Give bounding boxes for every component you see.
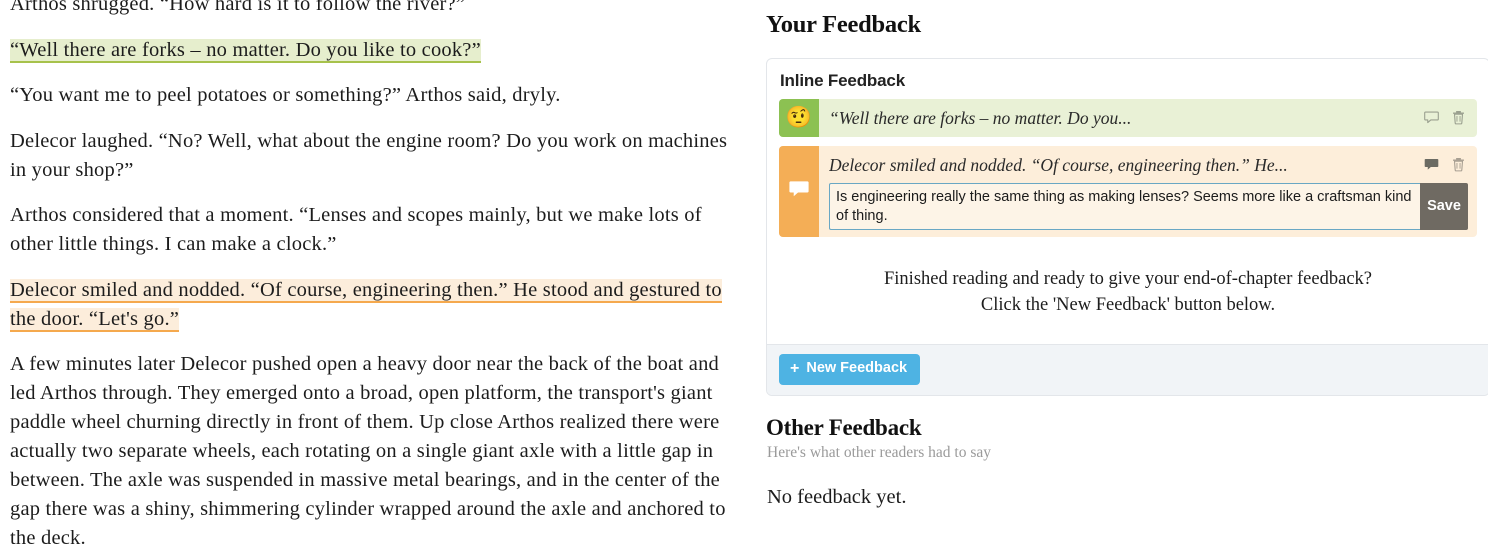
chapter-paragraph-highlighted-green[interactable]: “Well there are forks – no matter. Do yo… [10, 38, 481, 63]
feedback-item-quote: Delecor smiled and nodded. “Of course, e… [829, 154, 1288, 175]
feedback-item-actions [1423, 106, 1469, 126]
prompt-line-2: Click the 'New Feedback' button below. [980, 294, 1276, 315]
comment-filled-icon [787, 177, 811, 206]
end-of-chapter-prompt: Finished reading and ready to give your … [779, 246, 1477, 340]
reader-feedback-page: Arthos shrugged. “How hard is it to foll… [0, 0, 1488, 548]
face-with-raised-eyebrow-emoji-icon: 🤨 [785, 105, 813, 129]
comment-outline-icon[interactable] [1423, 109, 1440, 126]
feedback-comment-input[interactable] [829, 182, 1420, 230]
feedback-item-quote: “Well there are forks – no matter. Do yo… [829, 107, 1132, 128]
feedback-item-content: “Well there are forks – no matter. Do yo… [819, 99, 1477, 137]
new-feedback-button[interactable]: + New Feedback [779, 353, 921, 385]
inline-feedback-item-editing[interactable]: Delecor smiled and nodded. “Of course, e… [779, 145, 1477, 237]
trash-icon[interactable] [1450, 109, 1467, 126]
feedback-column: Your Feedback Inline Feedback 🤨 “Well th… [766, 0, 1488, 509]
feedback-item-header-row: “Well there are forks – no matter. Do yo… [829, 106, 1469, 130]
feedback-item-actions [1423, 153, 1469, 173]
new-feedback-button-label: New Feedback [806, 360, 908, 377]
other-feedback-subtitle: Here's what other readers had to say [767, 443, 992, 461]
feedback-item-gutter [779, 145, 819, 237]
chapter-paragraph: Arthos shrugged. “How hard is it to foll… [10, 0, 466, 15]
comment-filled-icon[interactable] [1423, 156, 1440, 173]
feedback-item-gutter: 🤨 [779, 98, 819, 137]
other-feedback-empty-state: No feedback yet. [767, 485, 907, 508]
feedback-item-header-row: Delecor smiled and nodded. “Of course, e… [829, 153, 1469, 177]
trash-icon[interactable] [1450, 156, 1467, 173]
prompt-line-1: Finished reading and ready to give your … [884, 268, 1372, 289]
feedback-comment-editor: Save [829, 182, 1468, 230]
inline-feedback-card: Inline Feedback 🤨 “Well there are forks … [766, 57, 1488, 396]
chapter-paragraph: “You want me to peel potatoes or somethi… [10, 84, 561, 106]
your-feedback-heading: Your Feedback [766, 11, 921, 38]
plus-icon: + [790, 359, 800, 377]
chapter-paragraph-highlighted-green-wrap: “Well there are forks – no matter. Do yo… [10, 36, 732, 65]
inline-feedback-item[interactable]: 🤨 “Well there are forks – no matter. Do … [779, 98, 1477, 137]
chapter-paragraph: Arthos considered that a moment. “Lenses… [10, 204, 702, 255]
chapter-paragraph: A few minutes later Delecor pushed open … [10, 353, 726, 548]
feedback-item-content: Delecor smiled and nodded. “Of course, e… [819, 146, 1477, 237]
other-feedback-heading: Other Feedback [766, 414, 922, 440]
chapter-paragraph-highlighted-orange-wrap: Delecor smiled and nodded. “Of course, e… [10, 276, 732, 334]
chapter-paragraph: Delecor laughed. “No? Well, what about t… [10, 129, 728, 181]
save-comment-button[interactable]: Save [1420, 182, 1468, 230]
chapter-paragraph-highlighted-orange[interactable]: Delecor smiled and nodded. “Of course, e… [10, 278, 722, 332]
inline-feedback-card-body: Inline Feedback 🤨 “Well there are forks … [767, 59, 1488, 344]
inline-feedback-card-footer: + New Feedback [767, 343, 1488, 395]
chapter-text-column: Arthos shrugged. “How hard is it to foll… [10, 0, 732, 548]
inline-feedback-heading: Inline Feedback [780, 70, 905, 90]
